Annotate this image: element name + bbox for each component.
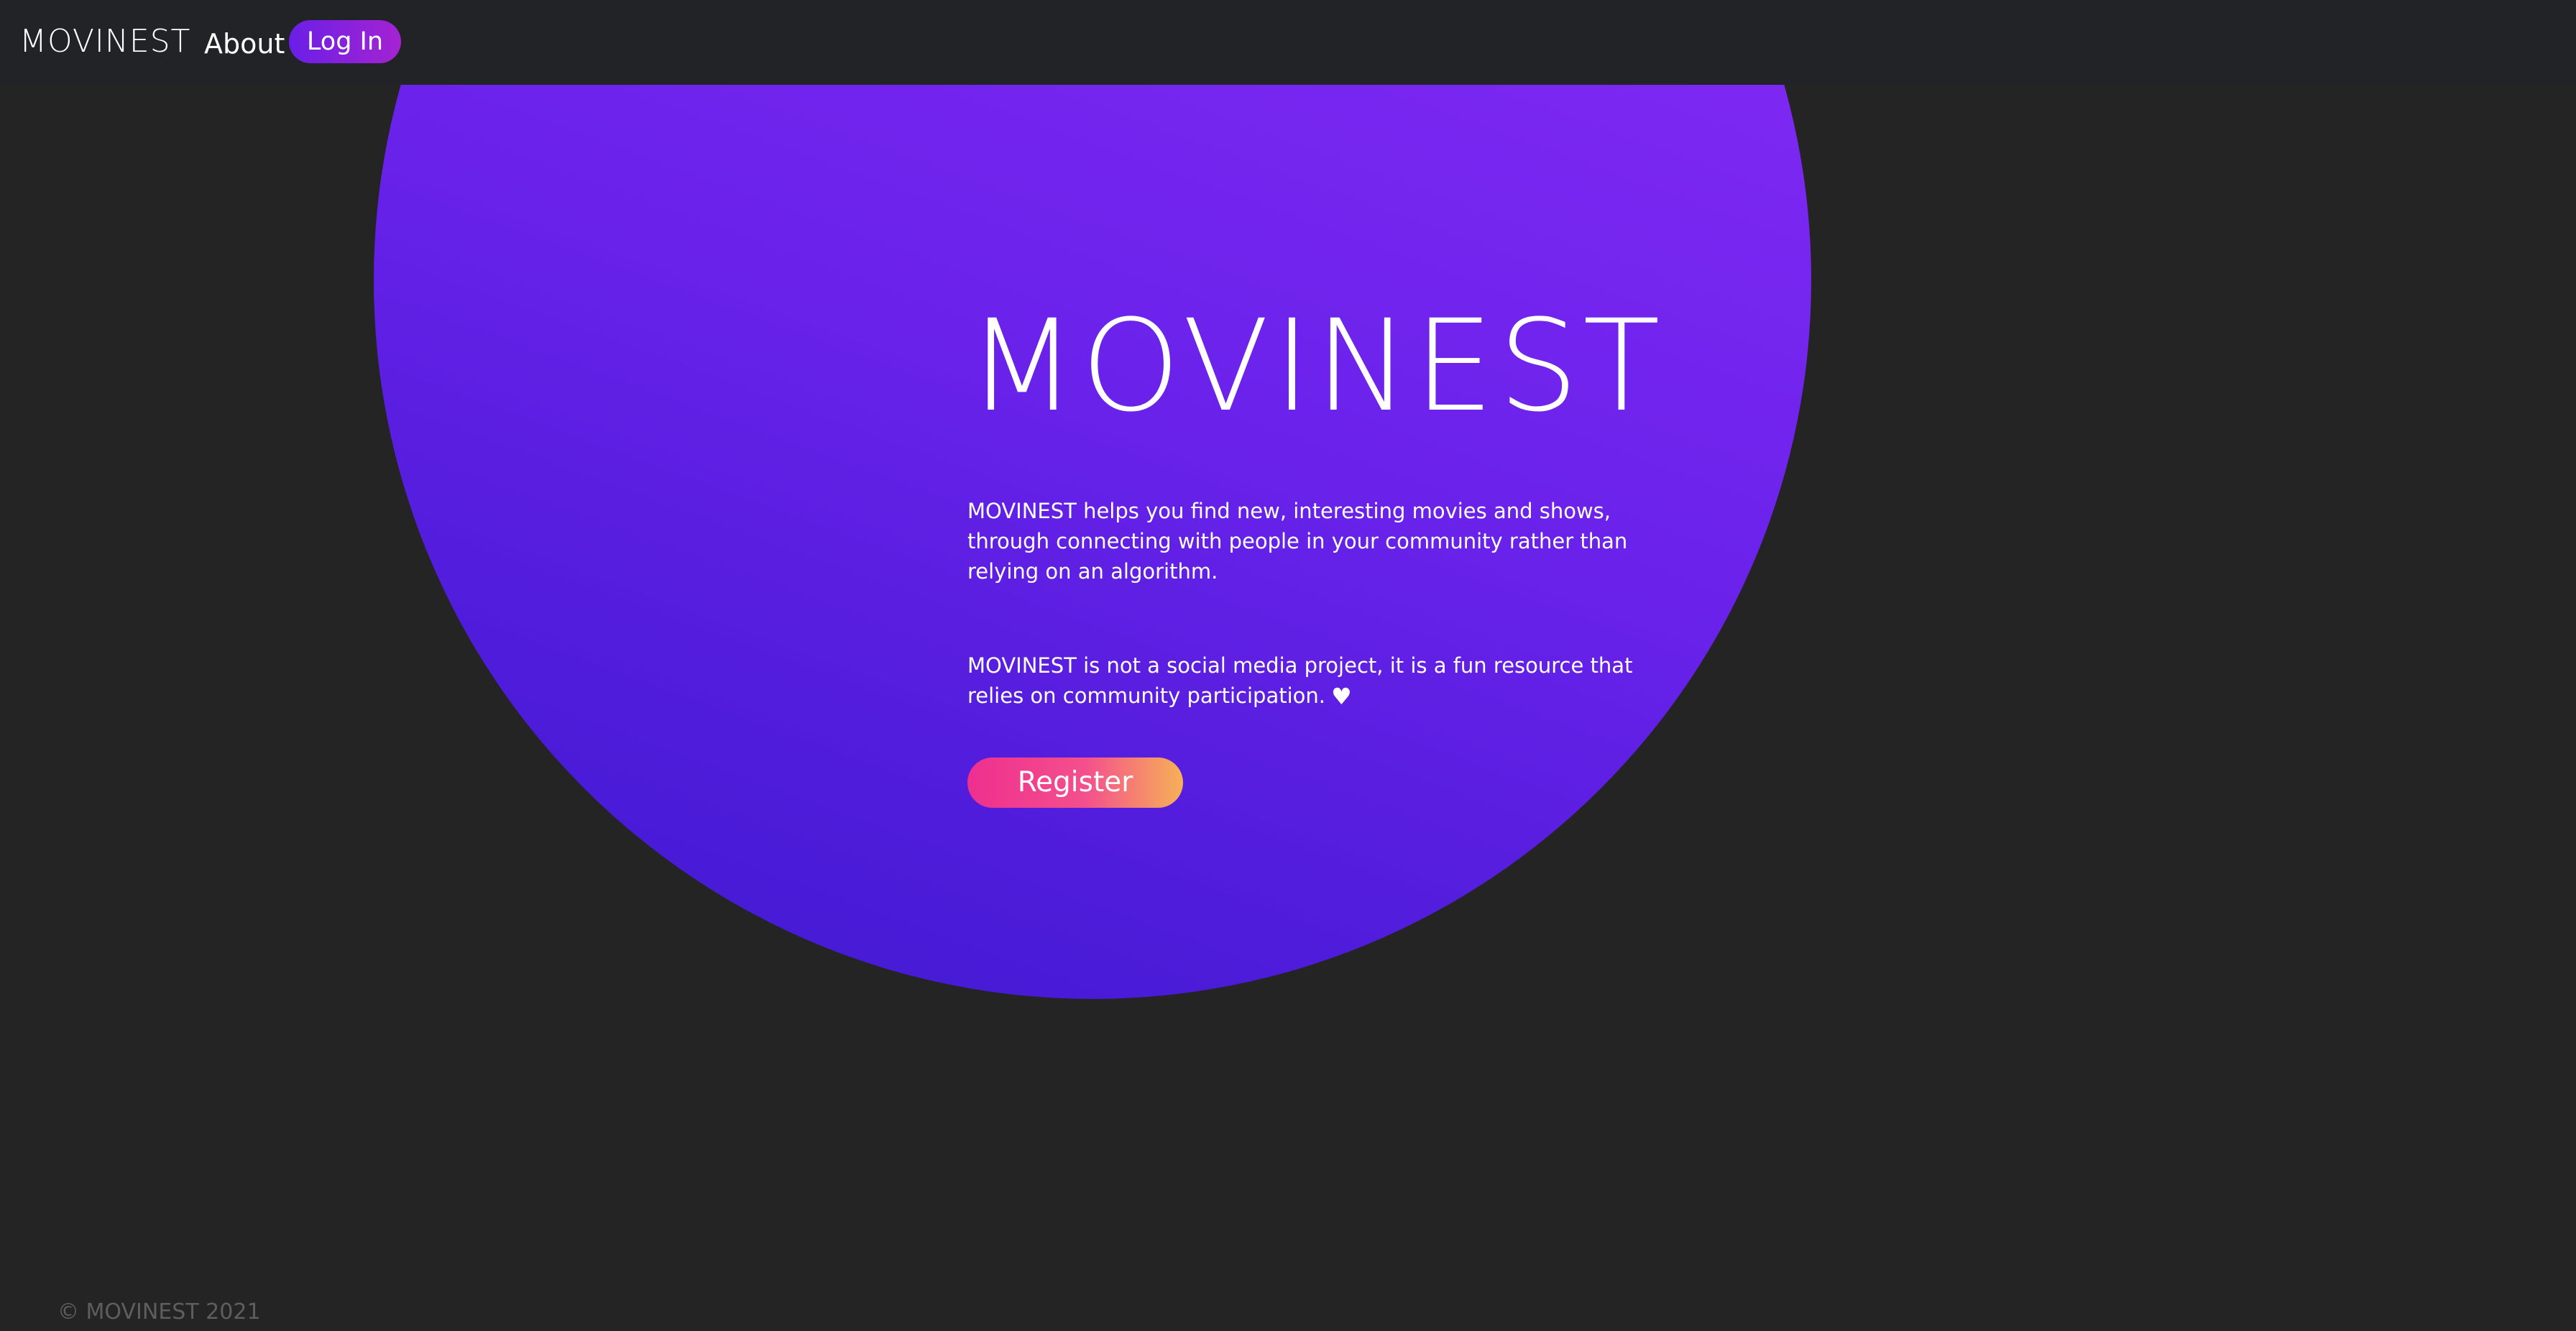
page: MOVINEST About Log In MOVINEST MOVINEST …: [0, 0, 2576, 1331]
hero-title: MOVINEST: [967, 293, 1665, 440]
hero-section: MOVINEST MOVINEST helps you find new, in…: [967, 293, 1686, 808]
nav-about-link[interactable]: About: [204, 24, 285, 64]
login-button[interactable]: Log In: [289, 20, 401, 63]
brand-logo[interactable]: MOVINEST: [19, 20, 190, 63]
hero-note: MOVINEST is not a social media project, …: [967, 650, 1672, 711]
heart-icon: ♥: [1330, 683, 1352, 710]
hero-description: MOVINEST helps you find new, interesting…: [967, 499, 1628, 584]
hero-note-text: MOVINEST is not a social media project, …: [967, 653, 1633, 708]
navbar: MOVINEST About Log In: [0, 0, 2576, 85]
footer-copyright: © MOVINEST 2021: [58, 1299, 261, 1325]
register-button[interactable]: Register: [967, 757, 1183, 808]
